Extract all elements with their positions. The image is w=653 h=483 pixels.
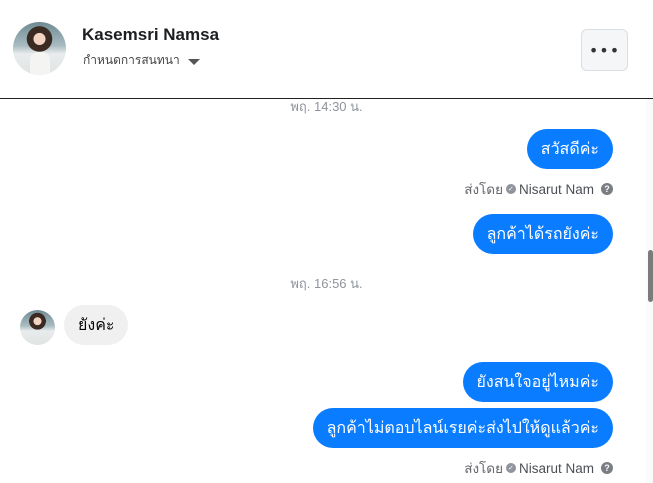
message-bubble[interactable]: ยังค่ะ [64, 305, 129, 345]
message-bubble[interactable]: ลูกค้าไม่ตอบไลน์เรยค่ะส่งไปให้ดูแล้วค่ะ [312, 408, 613, 448]
scrollbar-thumb[interactable] [648, 250, 653, 302]
schedule-label: กำหนดการสนทนา [83, 53, 180, 67]
check-icon: ✓ [505, 463, 516, 473]
contact-avatar[interactable] [13, 22, 66, 75]
sent-by-info: ส่งโดย ✓ Nisarut Nam ? [464, 457, 613, 479]
timestamp: พฤ. 16:56 น. [290, 276, 363, 291]
sent-by-prefix: ส่งโดย [464, 182, 503, 197]
message-bubble[interactable]: สวัสดีค่ะ [526, 129, 613, 169]
help-icon[interactable]: ? [601, 462, 613, 474]
help-icon[interactable]: ? [601, 183, 613, 195]
message-bubble[interactable]: ยังสนใจอยู่ไหมค่ะ [462, 362, 613, 402]
sent-by-prefix: ส่งโดย [464, 461, 503, 476]
sender-name[interactable]: Nisarut Nam [519, 461, 594, 476]
more-options-button[interactable]: ••• [581, 29, 628, 71]
conversation-header: Kasemsri Namsa กำหนดการสนทนา ••• [0, 0, 653, 99]
check-icon: ✓ [505, 184, 516, 194]
sent-by-info: ส่งโดย ✓ Nisarut Nam ? [464, 178, 613, 200]
contact-name[interactable]: Kasemsri Namsa [82, 25, 219, 45]
conversation-schedule-dropdown[interactable]: กำหนดการสนทนา [83, 51, 200, 70]
message-bubble[interactable]: ลูกค้าได้รถยังค่ะ [472, 214, 613, 254]
contact-avatar-small[interactable] [20, 310, 55, 345]
caret-down-icon [187, 58, 200, 65]
sender-name[interactable]: Nisarut Nam [519, 182, 594, 197]
timestamp: พฤ. 14:30 น. [290, 99, 363, 114]
